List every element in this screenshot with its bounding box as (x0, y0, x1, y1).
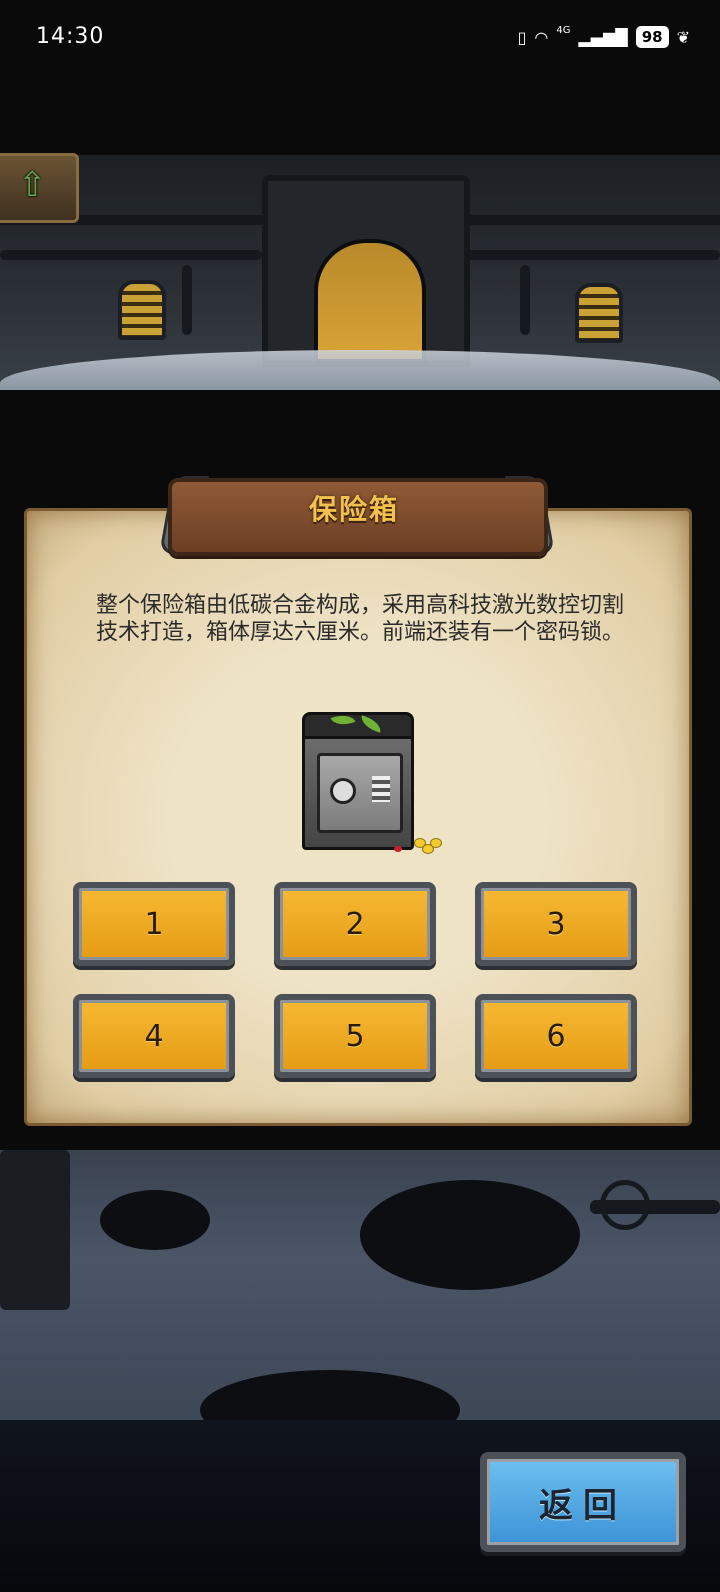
dialog-title: 保险箱 (308, 493, 399, 526)
keypad-button-3[interactable]: 3 (475, 882, 637, 966)
keypad-button-2[interactable]: 2 (274, 882, 436, 966)
keypad-button-5[interactable]: 5 (274, 994, 436, 1078)
back-button[interactable]: 返回 (480, 1452, 686, 1552)
vibrate-icon: ▯ (517, 27, 527, 47)
vent-right (575, 283, 623, 343)
bottom-scene (0, 1150, 720, 1420)
up-arrow-icon: ⇧ (18, 165, 47, 205)
network-label: 4G (556, 24, 571, 36)
top-scene (0, 155, 720, 390)
pipe (182, 265, 192, 335)
safe-dial (330, 778, 356, 804)
ground-hole (200, 1370, 460, 1420)
key-label: 1 (144, 906, 164, 942)
gate-door (314, 239, 426, 363)
pipe (520, 265, 530, 335)
mine-gate (262, 175, 470, 367)
boiler-left (0, 1150, 70, 1310)
safe-handle (372, 776, 390, 802)
pipe (458, 250, 720, 260)
pipe (0, 250, 262, 260)
item-description: 整个保险箱由低碳合金构成，采用高科技激光数控切割技术打造，箱体厚达六厘米。前端还… (95, 593, 624, 645)
status-time: 14:30 (36, 24, 105, 49)
key-label: 3 (546, 906, 566, 942)
key-label: 4 (144, 1018, 164, 1054)
back-button-label: 返回 (539, 1485, 627, 1526)
ground-hole (100, 1190, 210, 1250)
signal-icon: ▂▄▆█ (578, 27, 628, 47)
valve-wheel (600, 1180, 650, 1230)
battery-icon: 98 (635, 26, 669, 48)
keypad-button-4[interactable]: 4 (73, 994, 235, 1078)
safe-door (317, 753, 403, 833)
ground-hole (360, 1180, 580, 1290)
keypad-button-1[interactable]: 1 (73, 882, 235, 966)
wifi-icon: ◠ (534, 27, 549, 47)
vent-left (118, 280, 166, 340)
key-label: 5 (345, 1018, 365, 1054)
leaf-icon: ❦ (676, 27, 690, 47)
up-button[interactable]: ⇧ (0, 153, 79, 223)
status-bar: 14:30 ▯ ◠ 4G ▂▄▆█ 98 ❦ (0, 0, 720, 80)
key-label: 2 (345, 906, 365, 942)
berry-decoration (394, 846, 402, 852)
safe-body (302, 736, 414, 850)
key-label: 6 (546, 1018, 566, 1054)
coin-decoration (430, 838, 442, 848)
keypad-button-6[interactable]: 6 (475, 994, 637, 1078)
snow-ground (0, 350, 720, 390)
safe-icon (302, 710, 442, 854)
status-icons: ▯ ◠ 4G ▂▄▆█ 98 ❦ (517, 24, 690, 48)
